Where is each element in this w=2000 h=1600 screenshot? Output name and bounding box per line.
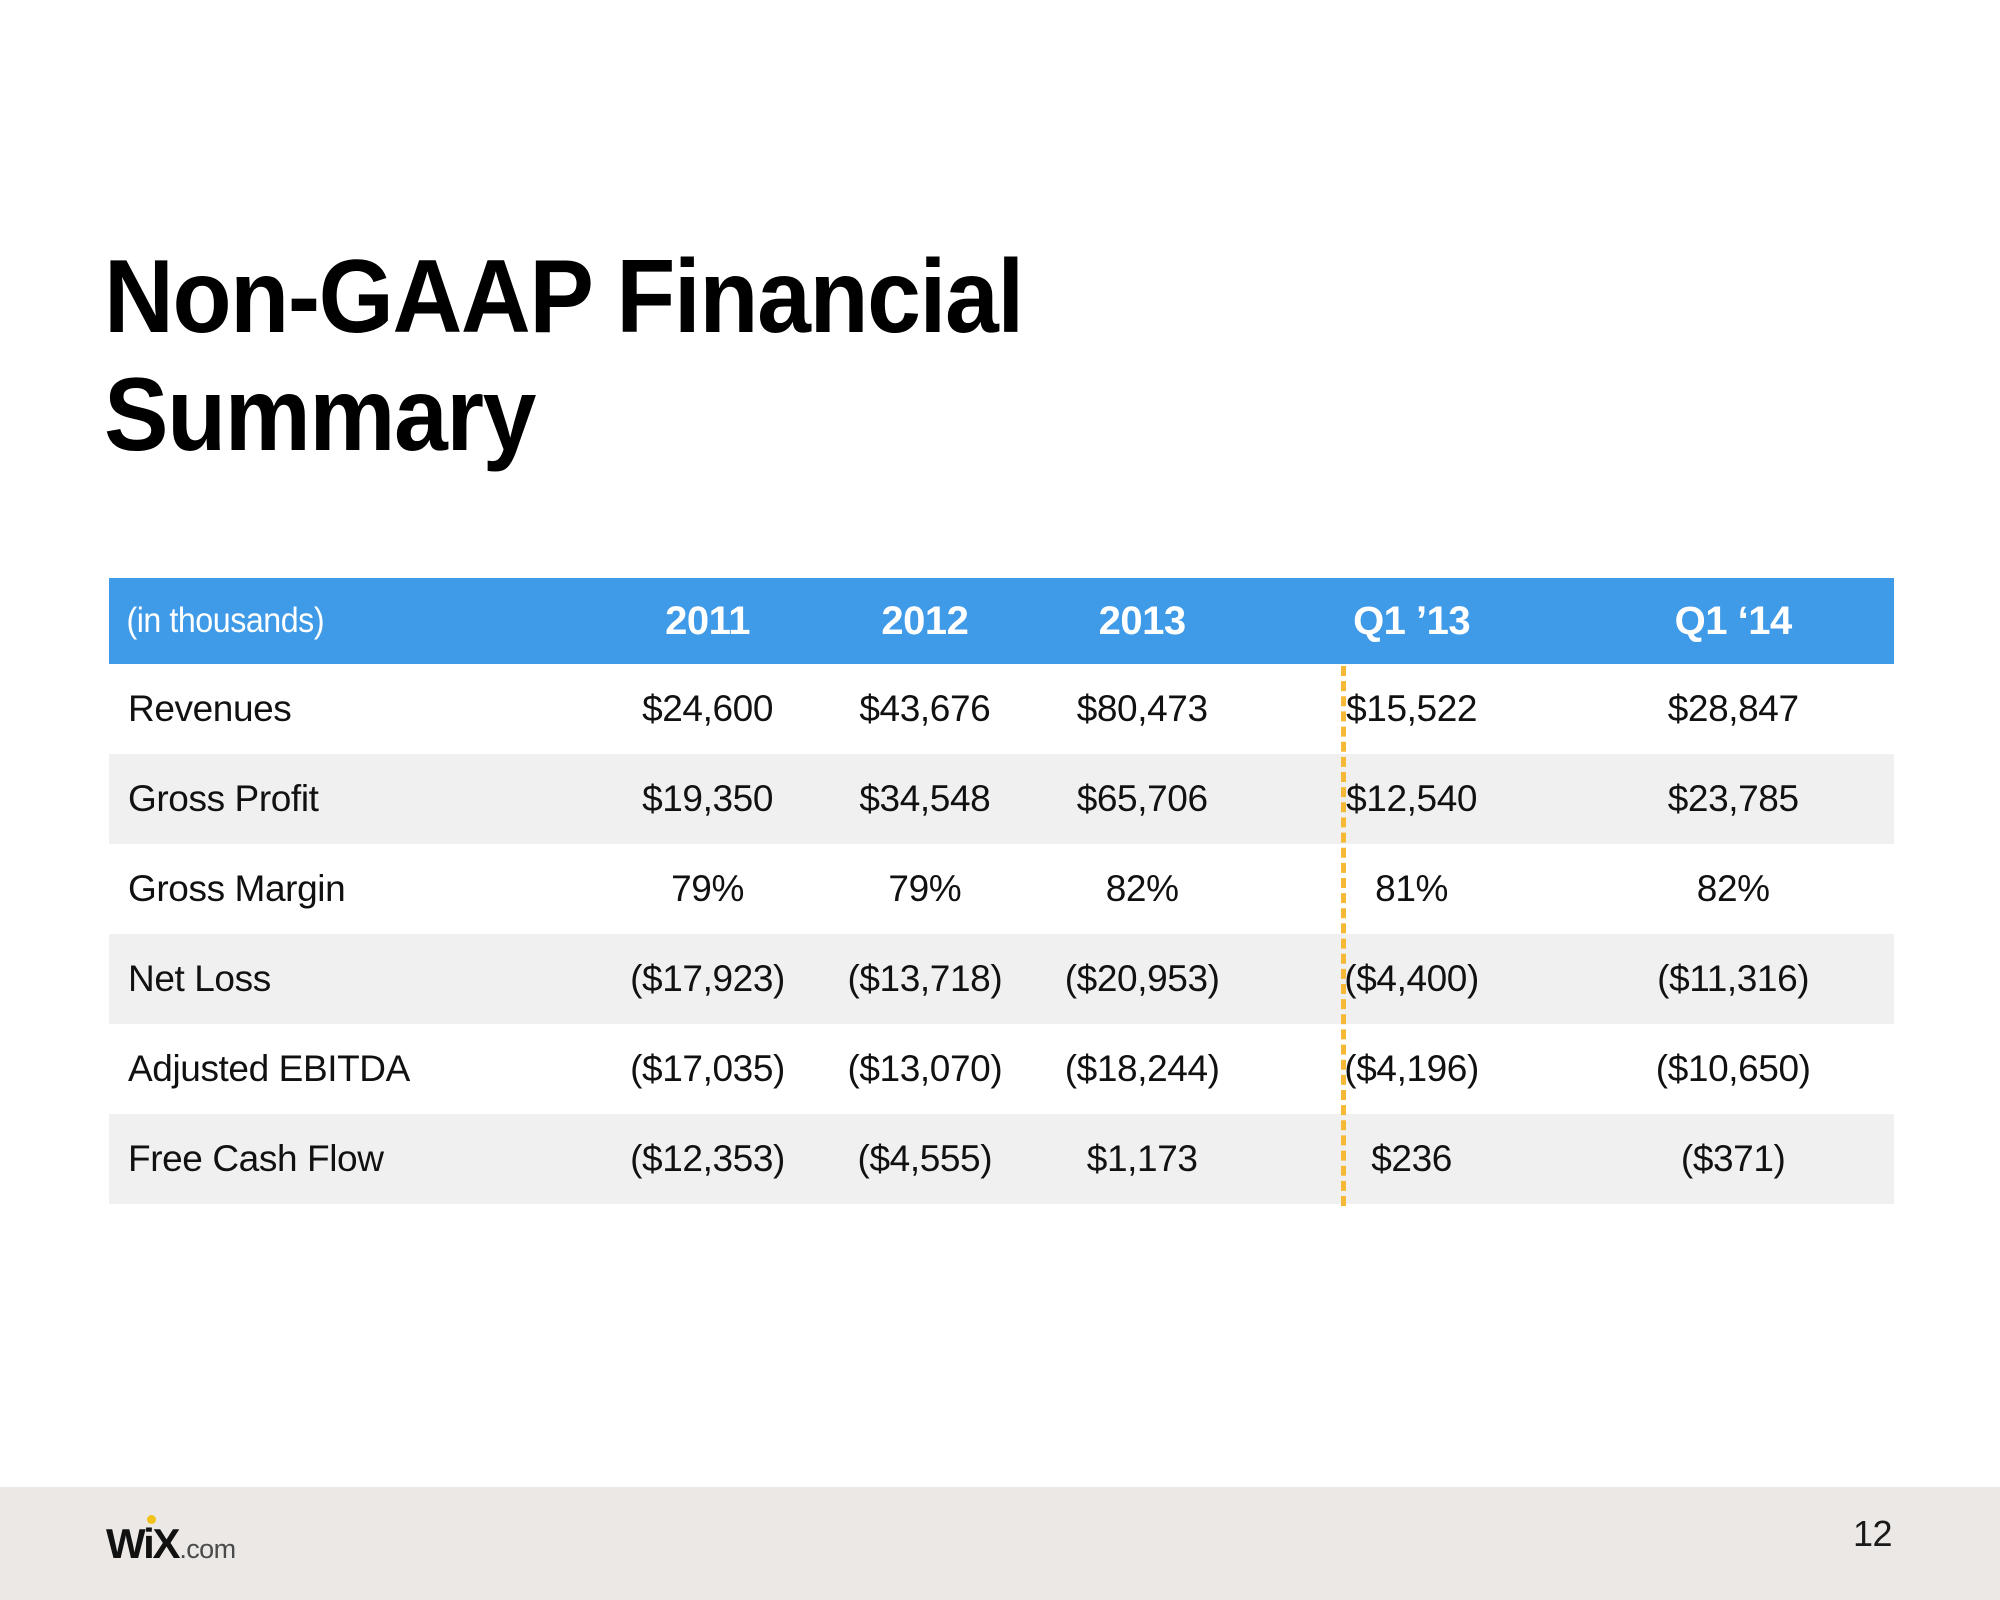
cell-net-loss-2011: ($17,923): [630, 958, 785, 999]
cell-adjusted-ebitda-2011: ($17,035): [630, 1048, 785, 1089]
cell-gross-margin-2012: 79%: [888, 868, 962, 909]
column-header-2013: 2013: [1098, 598, 1186, 643]
table-row: Gross Margin 79% 79% 82% 81% 82%: [109, 844, 1894, 934]
cell-adjusted-ebitda-q1-13: ($4,196): [1344, 1048, 1479, 1089]
cell-gross-profit-2011: $19,350: [642, 778, 774, 819]
table-body: Revenues $24,600 $43,676 $80,473 $15,522…: [109, 664, 1894, 1204]
cell-gross-profit-q1-13: $12,540: [1346, 778, 1478, 819]
cell-adjusted-ebitda-q1-14: ($10,650): [1655, 1048, 1811, 1089]
cell-revenues-2011: $24,600: [642, 688, 774, 729]
row-label-revenues: Revenues: [128, 688, 292, 729]
cell-free-cash-flow-q1-13: $236: [1371, 1138, 1452, 1179]
cell-revenues-2012: $43,676: [859, 688, 991, 729]
cell-net-loss-2012: ($13,718): [847, 958, 1003, 999]
cell-free-cash-flow-q1-14: ($371): [1680, 1138, 1786, 1179]
table-header: (in thousands) 2011 2012 2013 Q1 ’13 Q1 …: [109, 578, 1894, 664]
cell-gross-profit-2013: $65,706: [1076, 778, 1208, 819]
wix-domain-suffix: .com: [179, 1534, 236, 1564]
cell-free-cash-flow-2011: ($12,353): [630, 1138, 785, 1179]
page-title: Non-GAAP Financial Summary: [104, 238, 1024, 474]
table-row: Free Cash Flow ($12,353) ($4,555) $1,173…: [109, 1114, 1894, 1204]
table-row: Gross Profit $19,350 $34,548 $65,706 $12…: [109, 754, 1894, 844]
cell-gross-margin-q1-14: 82%: [1696, 868, 1770, 909]
row-label-adjusted-ebitda: Adjusted EBITDA: [128, 1048, 410, 1089]
row-label-gross-profit: Gross Profit: [128, 778, 319, 819]
cell-gross-margin-2013: 82%: [1105, 868, 1179, 909]
slide-canvas: Non-GAAP Financial Summary (in thousands…: [0, 0, 2000, 1600]
wix-logo-dot-icon: [147, 1515, 156, 1524]
cell-net-loss-q1-13: ($4,400): [1344, 958, 1479, 999]
cell-revenues-q1-13: $15,522: [1346, 688, 1478, 729]
wix-logo: WiX .com: [106, 1515, 236, 1568]
cell-free-cash-flow-2013: $1,173: [1086, 1138, 1198, 1179]
cell-gross-margin-2011: 79%: [671, 868, 744, 909]
slide-footer: [0, 1487, 2000, 1600]
table-row: Revenues $24,600 $43,676 $80,473 $15,522…: [109, 664, 1894, 754]
table-header-row: (in thousands) 2011 2012 2013 Q1 ’13 Q1 …: [109, 578, 1894, 664]
cell-free-cash-flow-2012: ($4,555): [857, 1138, 993, 1179]
cell-gross-margin-q1-13: 81%: [1375, 868, 1449, 909]
cell-revenues-2013: $80,473: [1076, 688, 1208, 729]
period-divider-dashed-line: [1341, 666, 1346, 1206]
cell-adjusted-ebitda-2012: ($13,070): [847, 1048, 1003, 1089]
column-header-q1-13: Q1 ’13: [1353, 598, 1471, 643]
page-number: 12: [1852, 1513, 1893, 1554]
cell-gross-profit-q1-14: $23,785: [1667, 778, 1799, 819]
cell-revenues-q1-14: $28,847: [1667, 688, 1799, 729]
row-label-net-loss: Net Loss: [128, 958, 271, 999]
column-header-2011: 2011: [665, 598, 750, 643]
cell-gross-profit-2012: $34,548: [859, 778, 991, 819]
wix-wordmark: WiX: [106, 1520, 181, 1567]
financial-summary-table: (in thousands) 2011 2012 2013 Q1 ’13 Q1 …: [109, 578, 1894, 1204]
column-header-q1-14: Q1 ‘14: [1674, 598, 1793, 643]
table-row: Net Loss ($17,923) ($13,718) ($20,953) (…: [109, 934, 1894, 1024]
cell-net-loss-q1-14: ($11,316): [1657, 958, 1810, 999]
column-header-2012: 2012: [881, 598, 969, 643]
row-label-gross-margin: Gross Margin: [128, 868, 346, 909]
table-row: Adjusted EBITDA ($17,035) ($13,070) ($18…: [109, 1024, 1894, 1114]
column-header-unit: (in thousands): [126, 601, 325, 640]
row-label-free-cash-flow: Free Cash Flow: [128, 1138, 384, 1179]
cell-adjusted-ebitda-2013: ($18,244): [1064, 1048, 1220, 1089]
cell-net-loss-2013: ($20,953): [1064, 958, 1220, 999]
